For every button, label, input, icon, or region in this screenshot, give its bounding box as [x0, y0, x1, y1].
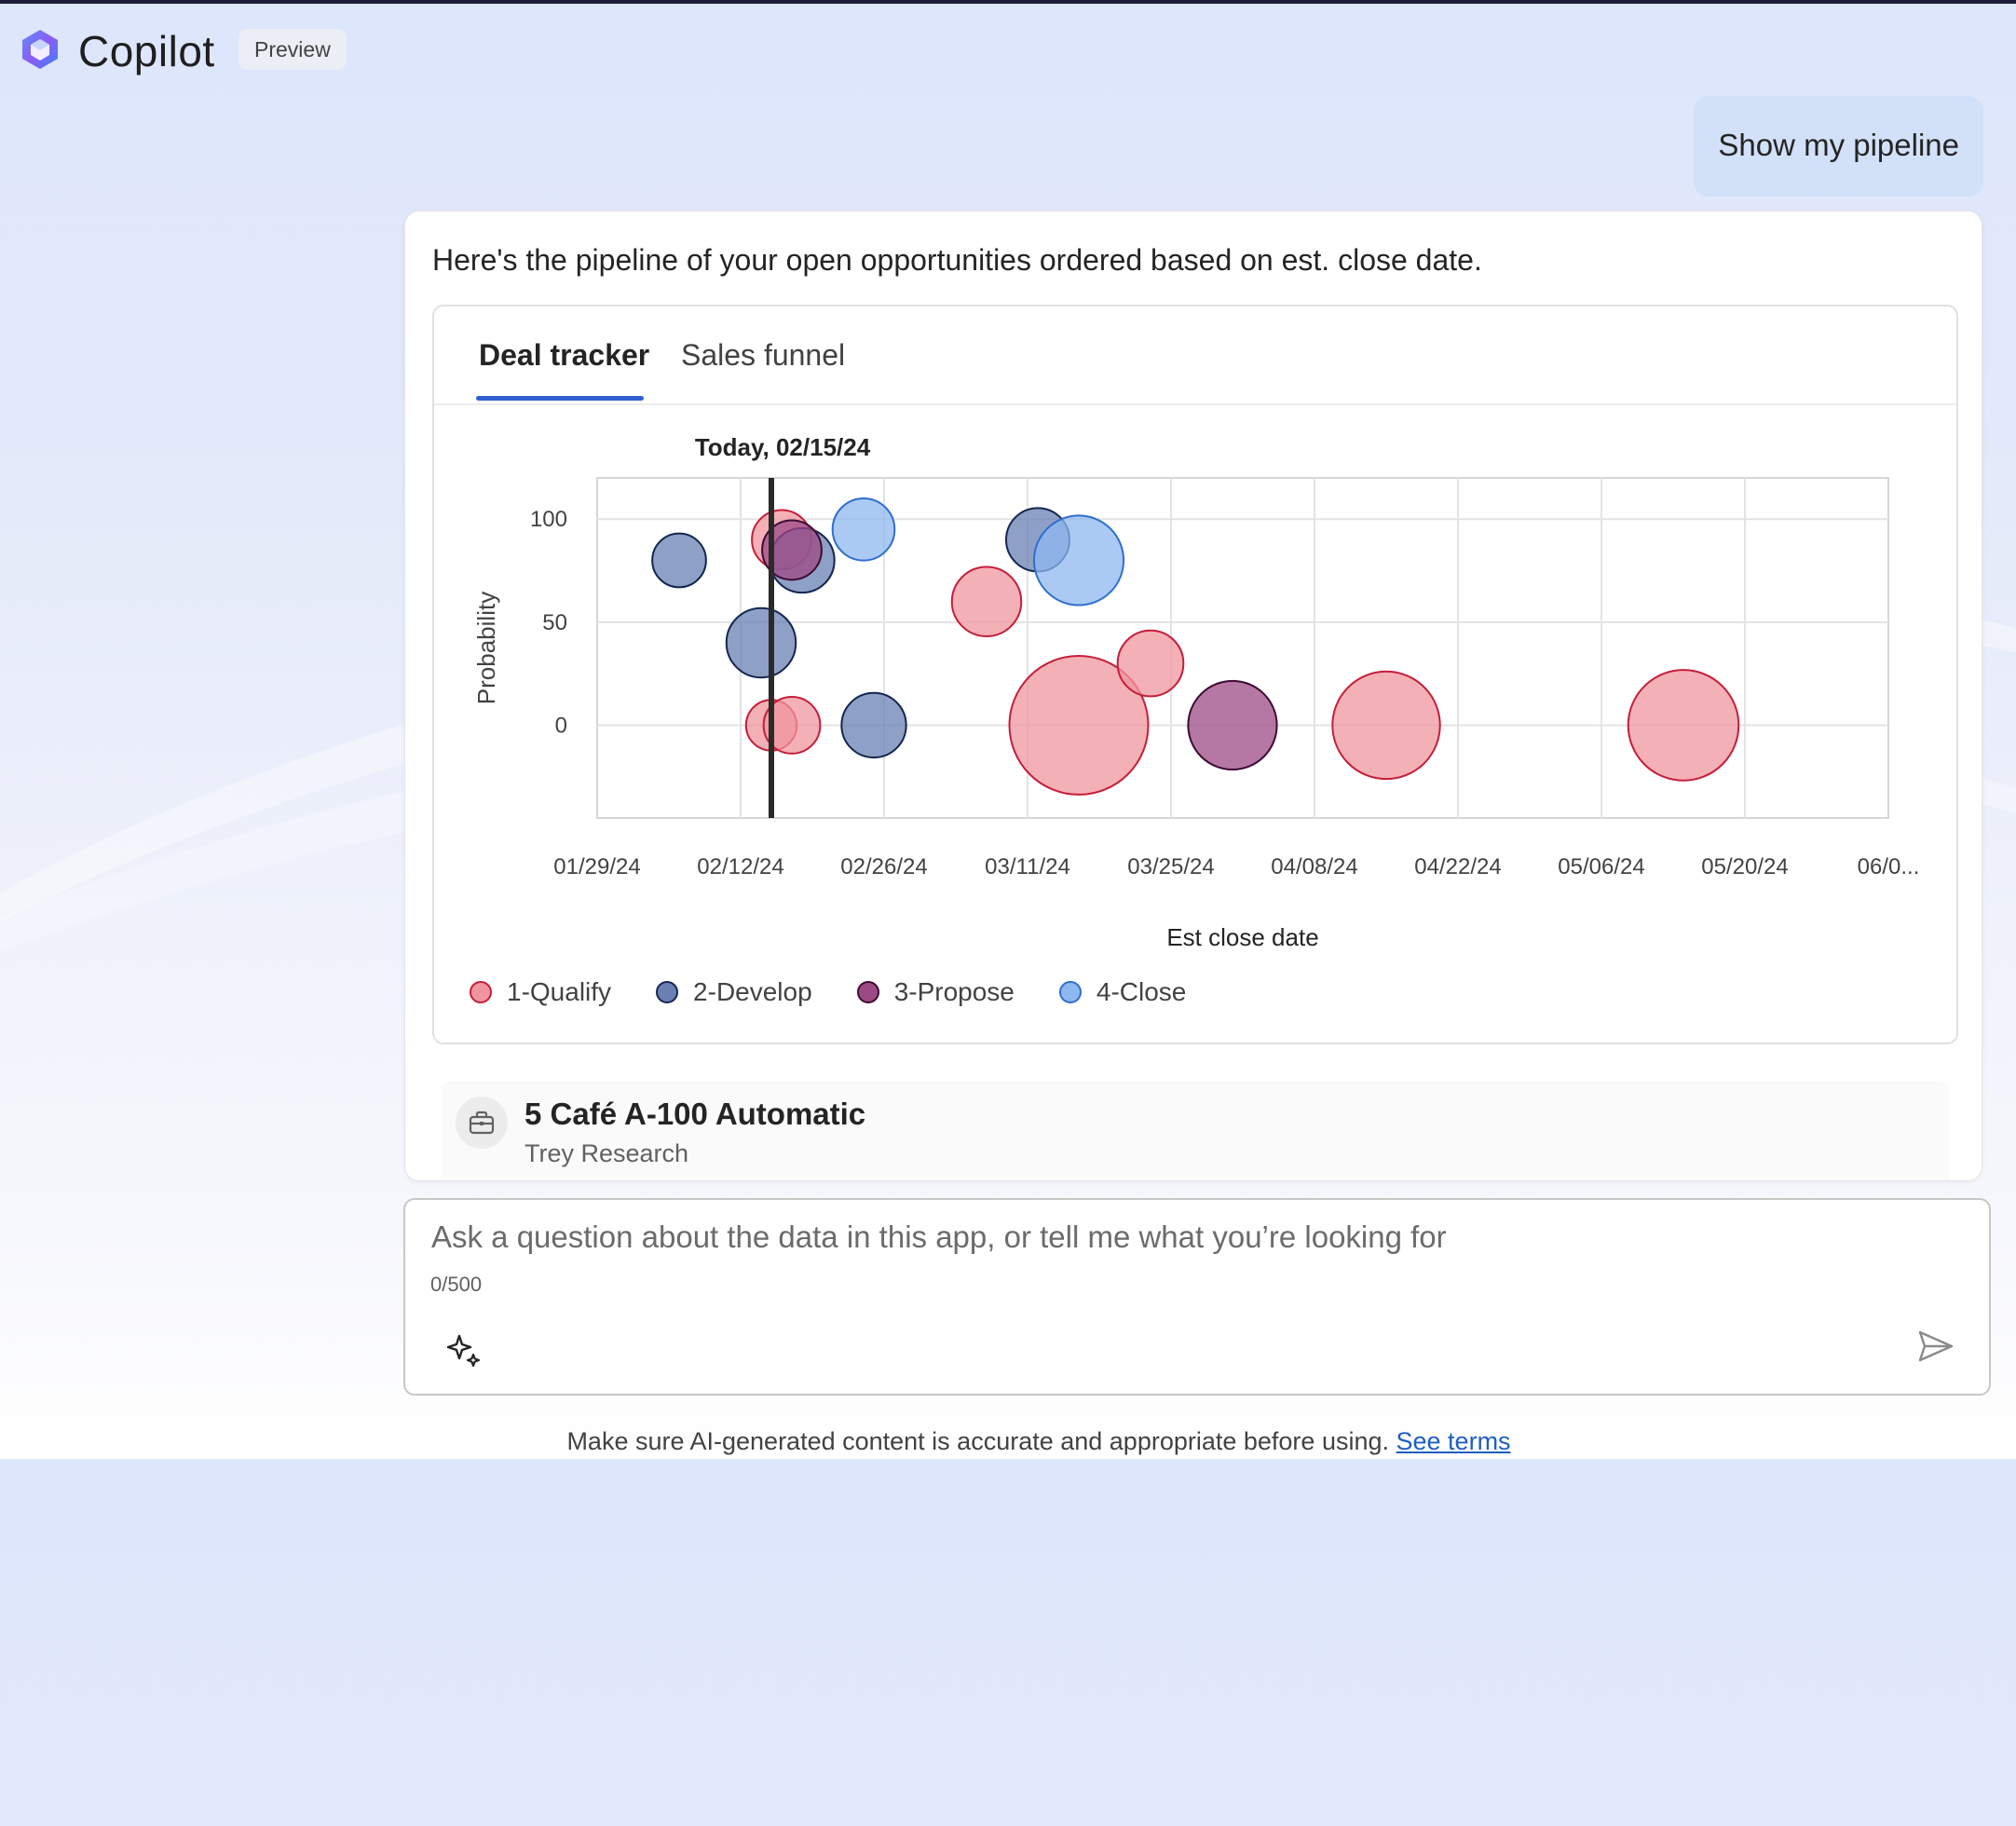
today-marker-label: Today, 02/15/24 [695, 433, 871, 461]
bubble-3-propose [1187, 679, 1278, 771]
x-tick-label: 02/26/24 [840, 854, 927, 879]
sparkle-icon[interactable] [444, 1330, 484, 1370]
opportunity-item[interactable]: 5 Café A-100 Automatic Trey Research [441, 1082, 1950, 1180]
bubble-2-develop [725, 606, 797, 679]
bubble-2-develop [651, 532, 707, 589]
preview-badge: Preview [238, 29, 347, 70]
bubble-4-close [831, 497, 896, 562]
opportunity-title: 5 Café A-100 Automatic [524, 1097, 866, 1131]
x-tick-label: 03/11/24 [985, 854, 1070, 879]
legend-item[interactable]: 4-Close [1058, 977, 1187, 1007]
legend-item[interactable]: 1-Qualify [470, 977, 611, 1007]
tab-deal-tracker[interactable]: Deal tracker [479, 338, 649, 373]
x-tick-label: 04/22/24 [1414, 854, 1501, 879]
app-title: Copilot [78, 27, 215, 75]
legend-swatch [1058, 981, 1082, 1003]
x-tick-label: 04/08/24 [1271, 854, 1357, 879]
x-tick-label: 01/29/24 [553, 854, 640, 879]
window-top-border [0, 0, 2016, 4]
legend-label: 2-Develop [693, 977, 812, 1006]
legend-label: 3-Propose [893, 977, 1015, 1006]
active-tab-indicator [476, 396, 644, 401]
see-terms-link[interactable]: See terms [1396, 1427, 1511, 1455]
legend-swatch [856, 981, 879, 1003]
y-tick-label: 0 [555, 713, 567, 738]
response-text: Here's the pipeline of your open opportu… [432, 243, 1482, 277]
chat-composer: 0/500 [403, 1198, 1991, 1396]
pipeline-chart-panel: Deal tracker Sales funnel 01/29/24 02/12/… [432, 305, 1958, 1044]
bubble-4-close [1032, 514, 1125, 606]
chart-legend: 1-Qualify 2-Develop 3-Propose 4-Close [470, 977, 1186, 1007]
bubble-1-qualify [1331, 670, 1441, 781]
legend-swatch [470, 981, 492, 1003]
y-axis-label: Probability [472, 592, 500, 704]
bubble-1-qualify [1116, 629, 1185, 698]
legend-label: 1-Qualify [507, 977, 612, 1006]
briefcase-icon [456, 1097, 508, 1149]
user-message-bubble: Show my pipeline [1694, 96, 1983, 197]
x-tick-label: 06/0... [1858, 854, 1920, 879]
legend-item[interactable]: 3-Propose [856, 977, 1015, 1007]
copilot-logo-icon [22, 30, 58, 69]
chart-tabs: Deal tracker Sales funnel [434, 307, 1956, 405]
bubble-1-qualify [950, 566, 1023, 637]
legend-item[interactable]: 2-Develop [656, 977, 812, 1007]
send-icon[interactable] [1914, 1325, 1957, 1368]
character-counter: 0/500 [430, 1273, 483, 1296]
y-tick-label: 50 [542, 610, 567, 635]
question-input[interactable] [429, 1219, 1887, 1256]
disclaimer-text: Make sure AI-generated content is accura… [566, 1427, 1389, 1455]
legend-label: 4-Close [1096, 977, 1187, 1006]
copilot-response-card: Here's the pipeline of your open opportu… [404, 211, 1982, 1181]
x-tick-label: 02/12/24 [697, 854, 783, 879]
x-tick-label: 03/25/24 [1127, 854, 1214, 879]
opportunity-account: Trey Research [524, 1139, 689, 1167]
deal-tracker-bubble-chart: 01/29/24 02/12/24 02/26/24 03/11/24 03/25/24… [472, 433, 1920, 951]
ai-disclaimer: Make sure AI-generated content is accura… [279, 1427, 1798, 1456]
y-tick-label: 100 [530, 507, 567, 532]
bubble-2-develop [840, 691, 907, 759]
bubble-1-qualify [1627, 669, 1740, 782]
x-tick-label: 05/20/24 [1701, 854, 1788, 879]
x-axis-label: Est close date [1166, 923, 1318, 951]
x-tick-label: 05/06/24 [1558, 854, 1644, 879]
tab-sales-funnel[interactable]: Sales funnel [681, 338, 845, 373]
legend-swatch [656, 981, 679, 1003]
